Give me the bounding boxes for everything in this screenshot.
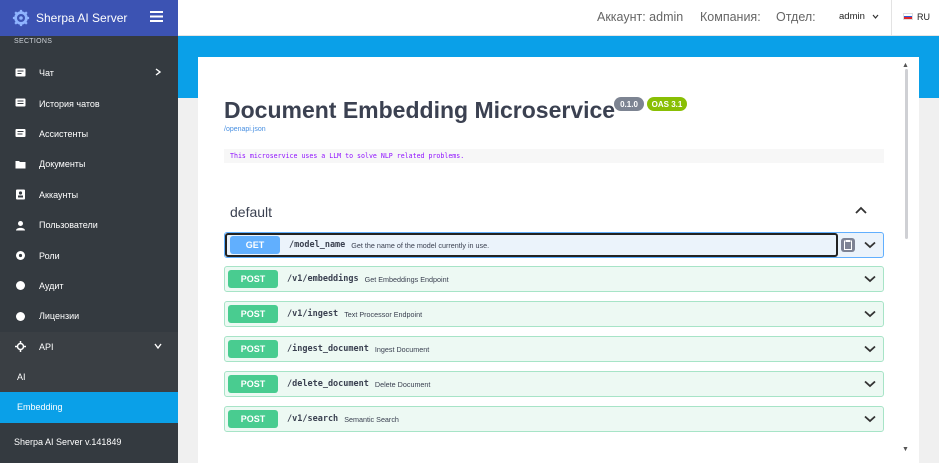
operation-post-ingest[interactable]: POST /v1/ingest Text Processor Endpoint (224, 301, 884, 327)
operation-path: /v1/embeddings (287, 274, 359, 284)
audit-icon (16, 281, 25, 291)
sidebar-item-label: Ассистенты (39, 128, 89, 139)
method-badge: POST (228, 340, 278, 358)
sidebar-item-label: Документы (39, 159, 86, 170)
operation-summary-block[interactable]: GET /model_name Get the name of the mode… (225, 233, 838, 257)
chevron-down-icon (154, 343, 162, 349)
assistant-icon (15, 129, 26, 138)
app-title: Sherpa AI Server (36, 11, 128, 25)
operation-post-delete-document[interactable]: POST /delete_document Delete Document (224, 371, 884, 397)
sidebar-item-label: Пользователи (39, 220, 98, 231)
sidebar-subitem-label: Embedding (17, 402, 63, 413)
method-badge: POST (228, 375, 278, 393)
sidebar-subitem-label: AI (17, 372, 26, 383)
sidebar-item-roles[interactable]: Роли (0, 240, 178, 270)
operation-summary: Text Processor Endpoint (344, 309, 423, 319)
company-label: Компания: (700, 10, 761, 24)
version-badge: 0.1.0 (614, 97, 644, 111)
role-icon (16, 251, 25, 261)
operation-summary: Get the name of the model currently in u… (351, 240, 490, 250)
api-description: This microservice uses a LLM to solve NL… (224, 149, 884, 163)
api-submenu: API AI Embedding (0, 331, 178, 423)
sidebar-subitem-ai[interactable]: AI (0, 362, 178, 392)
operation-path: /delete_document (287, 379, 369, 389)
chevron-down-icon[interactable] (864, 380, 876, 388)
api-title: Document Embedding Microservice (224, 97, 616, 123)
chevron-down-icon[interactable] (872, 13, 879, 20)
copy-icon[interactable] (841, 238, 855, 252)
operation-post-ingest-document[interactable]: POST /ingest_document Ingest Document (224, 336, 884, 362)
sidebar-item-documents[interactable]: Документы (0, 149, 178, 179)
chat-history-icon (15, 98, 26, 107)
chevron-down-icon[interactable] (864, 415, 876, 423)
method-badge: POST (228, 410, 278, 428)
top-bar: Аккаунт: admin Компания: Отдел: admin RU (178, 0, 939, 36)
scroll-up-arrow-icon[interactable]: ▲ (902, 62, 909, 69)
user-dropdown[interactable]: admin (839, 11, 865, 22)
operation-get-model-name[interactable]: GET /model_name Get the name of the mode… (224, 232, 884, 258)
oas-badge: OAS 3.1 (647, 97, 687, 111)
operation-path: /v1/ingest (287, 309, 339, 319)
method-badge: GET (230, 236, 280, 254)
operation-summary: Delete Document (374, 379, 431, 389)
sidebar-item-chat[interactable]: Чат (0, 58, 178, 88)
scroll-down-arrow-icon[interactable]: ▼ (902, 446, 909, 453)
operation-summary: Get Embeddings Endpoint (364, 274, 449, 284)
scrollbar-thumb[interactable] (905, 69, 908, 239)
sidebar-subitem-embedding[interactable]: Embedding (0, 392, 178, 423)
sidebar-item-label: API (39, 341, 54, 352)
openapi-link[interactable]: /openapi.json (224, 126, 266, 133)
russia-flag-icon[interactable] (903, 13, 913, 20)
operation-summary: Ingest Document (374, 344, 430, 354)
operation-path: /v1/search (287, 414, 339, 424)
operation-post-search[interactable]: POST /v1/search Semantic Search (224, 406, 884, 432)
account-label: Аккаунт: admin (597, 10, 684, 24)
sidebar-item-chat-history[interactable]: История чатов (0, 88, 178, 118)
operation-summary: Semantic Search (344, 414, 399, 424)
operation-post-embeddings[interactable]: POST /v1/embeddings Get Embeddings Endpo… (224, 266, 884, 292)
api-icon (15, 341, 26, 353)
sidebar-item-label: Чат (39, 68, 54, 79)
sidebar-item-label: Роли (39, 250, 60, 261)
api-doc-panel: Document Embedding Microservice 0.1.0 OA… (198, 57, 919, 463)
sidebar-item-label: Аудит (39, 280, 64, 291)
department-label: Отдел: (776, 10, 816, 24)
method-badge: POST (228, 270, 278, 288)
method-badge: POST (228, 305, 278, 323)
gear-logo-icon (12, 9, 30, 27)
sidebar-item-label: История чатов (39, 98, 100, 109)
language-selector[interactable]: RU (917, 12, 930, 22)
section-title[interactable]: default (230, 204, 272, 220)
sidebar-item-label: Аккаунты (39, 189, 79, 200)
chat-icon (15, 68, 26, 77)
chevron-down-icon[interactable] (864, 345, 876, 353)
license-icon (16, 311, 25, 321)
sidebar-item-api[interactable]: API (0, 332, 178, 362)
divider (891, 0, 892, 36)
operation-path: /model_name (289, 240, 346, 250)
account-icon (16, 189, 25, 200)
sidebar-item-accounts[interactable]: Аккаунты (0, 180, 178, 210)
folder-icon (15, 160, 26, 169)
chevron-down-icon[interactable] (864, 275, 876, 283)
sidebar: Sherpa AI Server SECTIONS Чат История ча… (0, 0, 178, 463)
user-icon (16, 220, 25, 231)
chevron-right-icon (155, 68, 162, 76)
sidebar-item-assistants[interactable]: Ассистенты (0, 119, 178, 149)
brand-header: Sherpa AI Server (0, 0, 178, 36)
chevron-down-icon[interactable] (864, 310, 876, 318)
sidebar-item-users[interactable]: Пользователи (0, 210, 178, 240)
operation-path: /ingest_document (287, 344, 369, 354)
sections-label: SECTIONS (14, 38, 53, 45)
chevron-up-icon[interactable] (854, 205, 868, 215)
sidebar-item-label: Лицензии (39, 311, 80, 322)
chevron-down-icon[interactable] (864, 241, 876, 249)
sidebar-item-audit[interactable]: Аудит (0, 271, 178, 301)
app-version: Sherpa AI Server v.141849 (14, 437, 122, 447)
menu-icon[interactable] (150, 11, 163, 22)
sidebar-item-licenses[interactable]: Лицензии (0, 301, 178, 331)
